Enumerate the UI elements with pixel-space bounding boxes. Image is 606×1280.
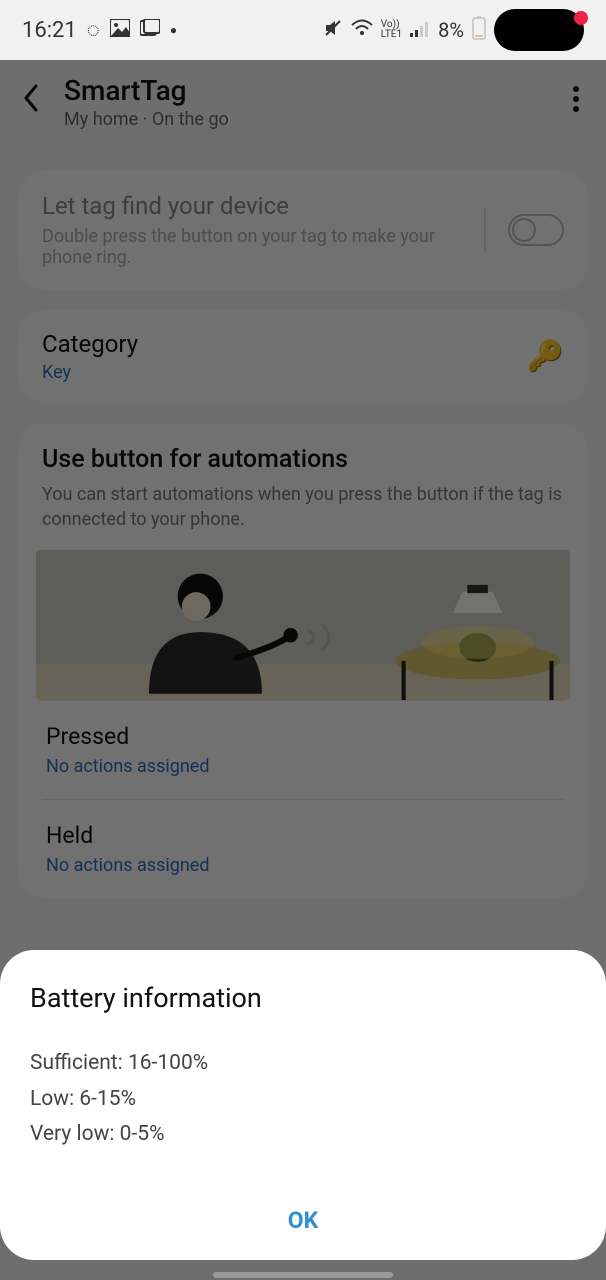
dialog-title: Battery information [30,982,576,1014]
status-bar: 16:21 ◌ ● Vo))LTE1 8% [0,0,606,60]
battery-percent: 8% [438,18,464,42]
dialog-line-sufficient: Sufficient: 16-100% [30,1046,576,1082]
dot-icon: ● [170,23,177,37]
camera-cutout [494,9,584,51]
wifi-icon [351,18,373,42]
spinner-icon: ◌ [87,17,100,43]
image-icon [110,18,130,43]
battery-icon [472,16,486,45]
dialog-line-verylow: Very low: 0-5% [30,1117,576,1153]
app-icon [140,18,160,43]
nav-handle[interactable] [0,1272,606,1278]
dialog-ok-label: OK [288,1207,318,1234]
network-label: Vo))LTE1 [381,20,402,40]
dialog-line-low: Low: 6-15% [30,1082,576,1118]
battery-info-dialog: Battery information Sufficient: 16-100% … [0,950,606,1260]
signal-icon [410,18,430,42]
mute-icon [323,18,343,43]
status-time: 16:21 [22,18,77,43]
dialog-ok-button[interactable]: OK [30,1193,576,1240]
